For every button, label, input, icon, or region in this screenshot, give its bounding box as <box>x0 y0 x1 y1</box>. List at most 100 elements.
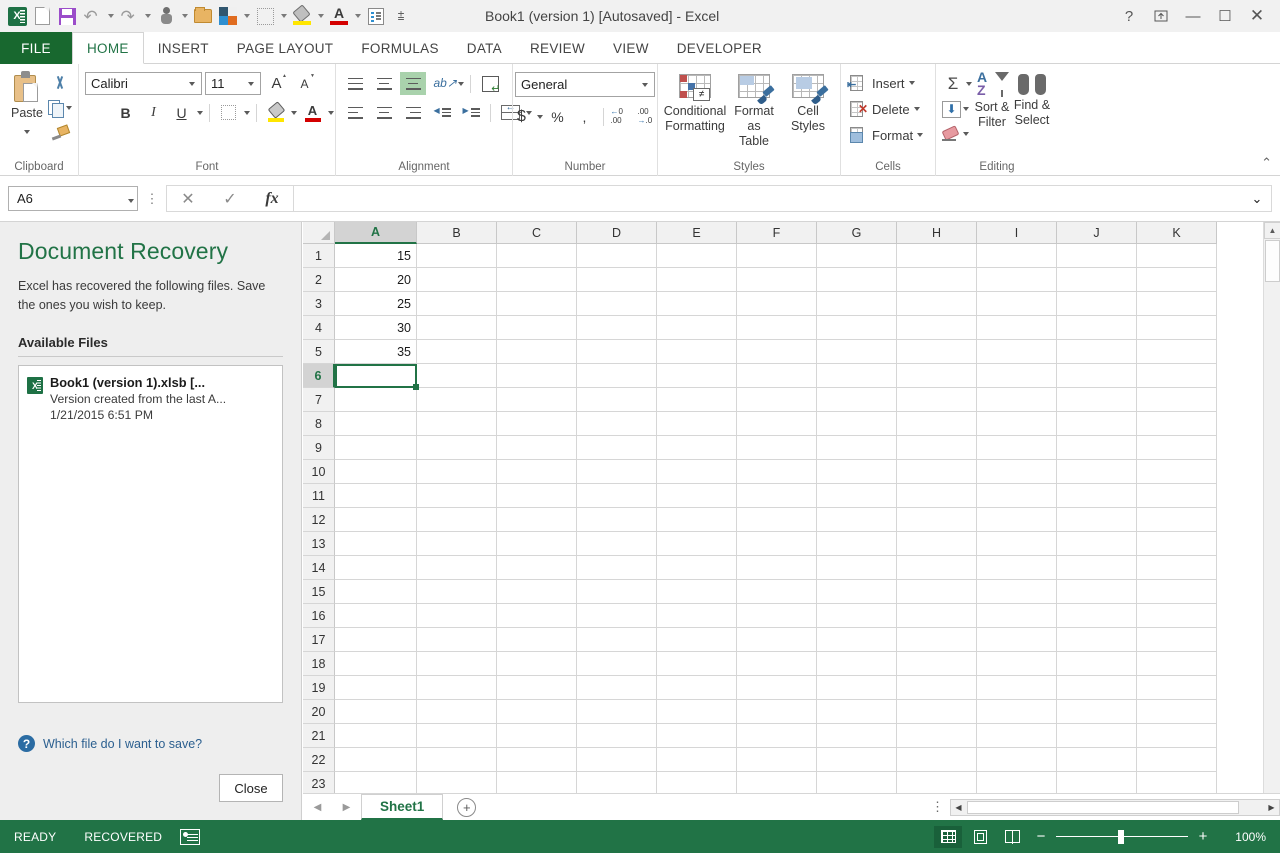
cell-i22[interactable] <box>977 748 1057 772</box>
cell-c11[interactable] <box>497 484 577 508</box>
cell-f12[interactable] <box>737 508 817 532</box>
cell-e12[interactable] <box>657 508 737 532</box>
cell-f11[interactable] <box>737 484 817 508</box>
cell-f4[interactable] <box>737 316 817 340</box>
cell-k20[interactable] <box>1137 700 1217 724</box>
cell-h18[interactable] <box>897 652 977 676</box>
close-recovery-pane-button[interactable]: Close <box>219 774 283 802</box>
ribbon-display-options-icon[interactable] <box>1146 1 1176 31</box>
paste-dropdown-icon[interactable] <box>24 121 30 139</box>
cell-e21[interactable] <box>657 724 737 748</box>
formula-input[interactable]: ⌄ <box>293 185 1272 212</box>
cell-g22[interactable] <box>817 748 897 772</box>
cell-c7[interactable] <box>497 388 577 412</box>
horizontal-scrollbar[interactable]: ◀ ▶ <box>950 798 1280 816</box>
normal-view-button[interactable] <box>934 825 962 848</box>
cell-i15[interactable] <box>977 580 1057 604</box>
undo-icon[interactable]: ↶ <box>80 4 104 28</box>
page-break-preview-button[interactable] <box>998 826 1026 848</box>
paste-button[interactable]: Paste <box>6 69 48 139</box>
undo-dropdown-icon[interactable] <box>105 4 116 28</box>
cell-b9[interactable] <box>417 436 497 460</box>
cell-i16[interactable] <box>977 604 1057 628</box>
tab-data[interactable]: DATA <box>453 32 516 64</box>
cell-f6[interactable] <box>737 364 817 388</box>
row-header-10[interactable]: 10 <box>303 460 335 484</box>
column-header-b[interactable]: B <box>417 222 497 244</box>
cell-d18[interactable] <box>577 652 657 676</box>
cell-i21[interactable] <box>977 724 1057 748</box>
row-header-17[interactable]: 17 <box>303 628 335 652</box>
cell-k6[interactable] <box>1137 364 1217 388</box>
cell-g11[interactable] <box>817 484 897 508</box>
align-right-button[interactable] <box>400 101 426 124</box>
cell-b15[interactable] <box>417 580 497 604</box>
cell-d9[interactable] <box>577 436 657 460</box>
cell-d17[interactable] <box>577 628 657 652</box>
orientation-button[interactable]: ab↗ <box>429 72 457 95</box>
cell-b1[interactable] <box>417 244 497 268</box>
cell-styles-button[interactable]: Cell Styles <box>782 72 834 134</box>
cell-e9[interactable] <box>657 436 737 460</box>
cell-e10[interactable] <box>657 460 737 484</box>
cell-i18[interactable] <box>977 652 1057 676</box>
conditional-formatting-button[interactable]: ≠ Conditional Formatting <box>664 72 726 134</box>
row-header-14[interactable]: 14 <box>303 556 335 580</box>
open-file-icon[interactable] <box>191 4 215 28</box>
cell-k13[interactable] <box>1137 532 1217 556</box>
cell-b20[interactable] <box>417 700 497 724</box>
cell-e3[interactable] <box>657 292 737 316</box>
cell-d6[interactable] <box>577 364 657 388</box>
row-header-6[interactable]: 6 <box>303 364 335 388</box>
cell-c12[interactable] <box>497 508 577 532</box>
save-icon[interactable] <box>55 4 79 28</box>
row-header-15[interactable]: 15 <box>303 580 335 604</box>
cell-a2[interactable]: 20 <box>335 268 417 292</box>
cell-e16[interactable] <box>657 604 737 628</box>
cell-g17[interactable] <box>817 628 897 652</box>
decrease-indent-button[interactable] <box>429 101 455 124</box>
cell-h3[interactable] <box>897 292 977 316</box>
top-align-button[interactable] <box>342 72 368 95</box>
cell-g16[interactable] <box>817 604 897 628</box>
cell-k9[interactable] <box>1137 436 1217 460</box>
macro-record-icon[interactable] <box>180 828 201 845</box>
cell-d14[interactable] <box>577 556 657 580</box>
sort-filter-button[interactable]: A Z Sort & Filter <box>972 70 1012 130</box>
cell-d19[interactable] <box>577 676 657 700</box>
cell-j11[interactable] <box>1057 484 1137 508</box>
scroll-up-arrow[interactable]: ▲ <box>1264 222 1280 239</box>
tab-view[interactable]: VIEW <box>599 32 663 64</box>
cell-c14[interactable] <box>497 556 577 580</box>
tab-review[interactable]: REVIEW <box>516 32 599 64</box>
cell-h22[interactable] <box>897 748 977 772</box>
cell-d22[interactable] <box>577 748 657 772</box>
cell-b7[interactable] <box>417 388 497 412</box>
cell-e4[interactable] <box>657 316 737 340</box>
font-size-combo[interactable]: 11 <box>205 72 261 95</box>
cell-a14[interactable] <box>335 556 417 580</box>
cell-d13[interactable] <box>577 532 657 556</box>
fill-color-icon[interactable] <box>290 4 314 28</box>
cell-c17[interactable] <box>497 628 577 652</box>
cell-e11[interactable] <box>657 484 737 508</box>
cell-f1[interactable] <box>737 244 817 268</box>
cell-d7[interactable] <box>577 388 657 412</box>
cell-d2[interactable] <box>577 268 657 292</box>
cell-g21[interactable] <box>817 724 897 748</box>
fill-color-dropdown-icon[interactable] <box>315 4 326 28</box>
middle-align-button[interactable] <box>371 72 397 95</box>
cell-d15[interactable] <box>577 580 657 604</box>
row-header-5[interactable]: 5 <box>303 340 335 364</box>
row-header-1[interactable]: 1 <box>303 244 335 268</box>
cell-e20[interactable] <box>657 700 737 724</box>
cell-k11[interactable] <box>1137 484 1217 508</box>
cell-e1[interactable] <box>657 244 737 268</box>
copy-button[interactable] <box>48 97 72 118</box>
tab-insert[interactable]: INSERT <box>144 32 223 64</box>
excel-logo-icon[interactable]: X <box>5 4 29 28</box>
cell-f8[interactable] <box>737 412 817 436</box>
list-icon[interactable] <box>364 4 388 28</box>
cell-g4[interactable] <box>817 316 897 340</box>
confirm-entry-button[interactable]: ✓ <box>209 186 251 211</box>
